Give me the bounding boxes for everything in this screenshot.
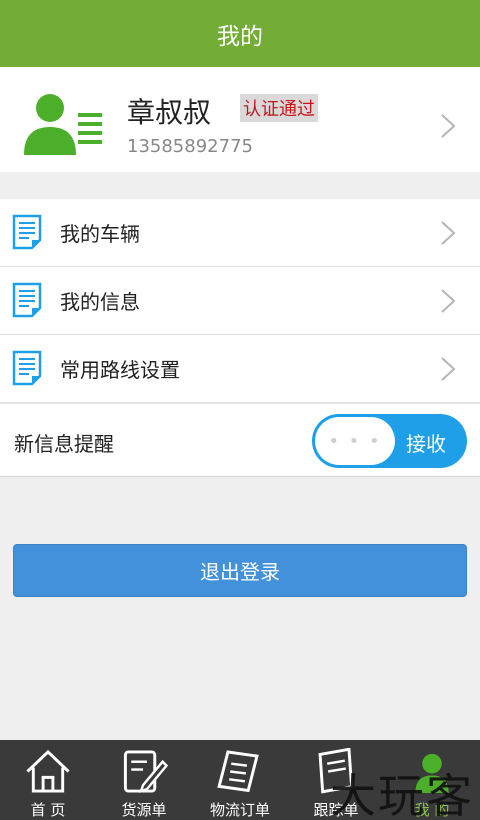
- tab-label: 物流订单: [209, 801, 270, 819]
- menu-item-label: 我的车辆: [60, 222, 140, 246]
- menu-item-my-info[interactable]: 我的信息: [0, 267, 480, 335]
- logout-button[interactable]: 退出登录: [13, 544, 467, 597]
- chevron-right-icon: [441, 221, 456, 245]
- notification-toggle[interactable]: • • • 接收: [312, 414, 467, 468]
- document-icon: [12, 214, 42, 250]
- home-icon: [26, 749, 70, 793]
- bottom-tab-bar: 首 页 货源单 物流订单 跟踪单 我 的: [0, 740, 480, 820]
- chevron-right-icon: [441, 289, 456, 313]
- user-avatar-icon: [24, 94, 102, 155]
- user-phone: 13585892775: [127, 136, 253, 157]
- tab-label: 跟踪单: [313, 801, 359, 819]
- toggle-knob[interactable]: • • •: [315, 417, 395, 465]
- menu-item-my-vehicles[interactable]: 我的车辆: [0, 199, 480, 267]
- tab-label: 首 页: [30, 801, 66, 819]
- document-icon: [12, 282, 42, 318]
- tab-mine[interactable]: 我 的: [384, 740, 480, 820]
- tracking-doc-icon: [318, 748, 354, 794]
- notification-label: 新信息提醒: [14, 432, 114, 456]
- verify-status-badge: 认证通过: [240, 94, 318, 122]
- toggle-state-label: 接收: [406, 432, 446, 456]
- document-icon: [12, 350, 42, 386]
- tab-tracking[interactable]: 跟踪单: [288, 740, 384, 820]
- notification-setting-row: 新信息提醒 • • • 接收: [0, 403, 480, 477]
- tab-home[interactable]: 首 页: [0, 740, 96, 820]
- edit-document-icon: [123, 750, 169, 794]
- menu-item-label: 常用路线设置: [60, 358, 180, 382]
- profile-card[interactable]: 章叔叔 认证通过 13585892775: [0, 67, 480, 172]
- user-name: 章叔叔: [127, 96, 212, 129]
- chevron-right-icon: [441, 114, 456, 138]
- tab-logistics-orders[interactable]: 物流订单: [192, 740, 288, 820]
- menu-item-label: 我的信息: [60, 290, 140, 314]
- menu-item-route-settings[interactable]: 常用路线设置: [0, 335, 480, 403]
- menu-list: 我的车辆 我的信息 常用路线设置: [0, 199, 480, 403]
- order-list-icon: [217, 750, 259, 793]
- chevron-right-icon: [441, 357, 456, 381]
- tab-label: 我 的: [414, 801, 450, 819]
- tab-label: 货源单: [121, 801, 167, 819]
- user-icon: [415, 753, 449, 794]
- tab-cargo-source[interactable]: 货源单: [96, 740, 192, 820]
- header-bar: 我的: [0, 0, 480, 67]
- page-title: 我的: [217, 23, 263, 50]
